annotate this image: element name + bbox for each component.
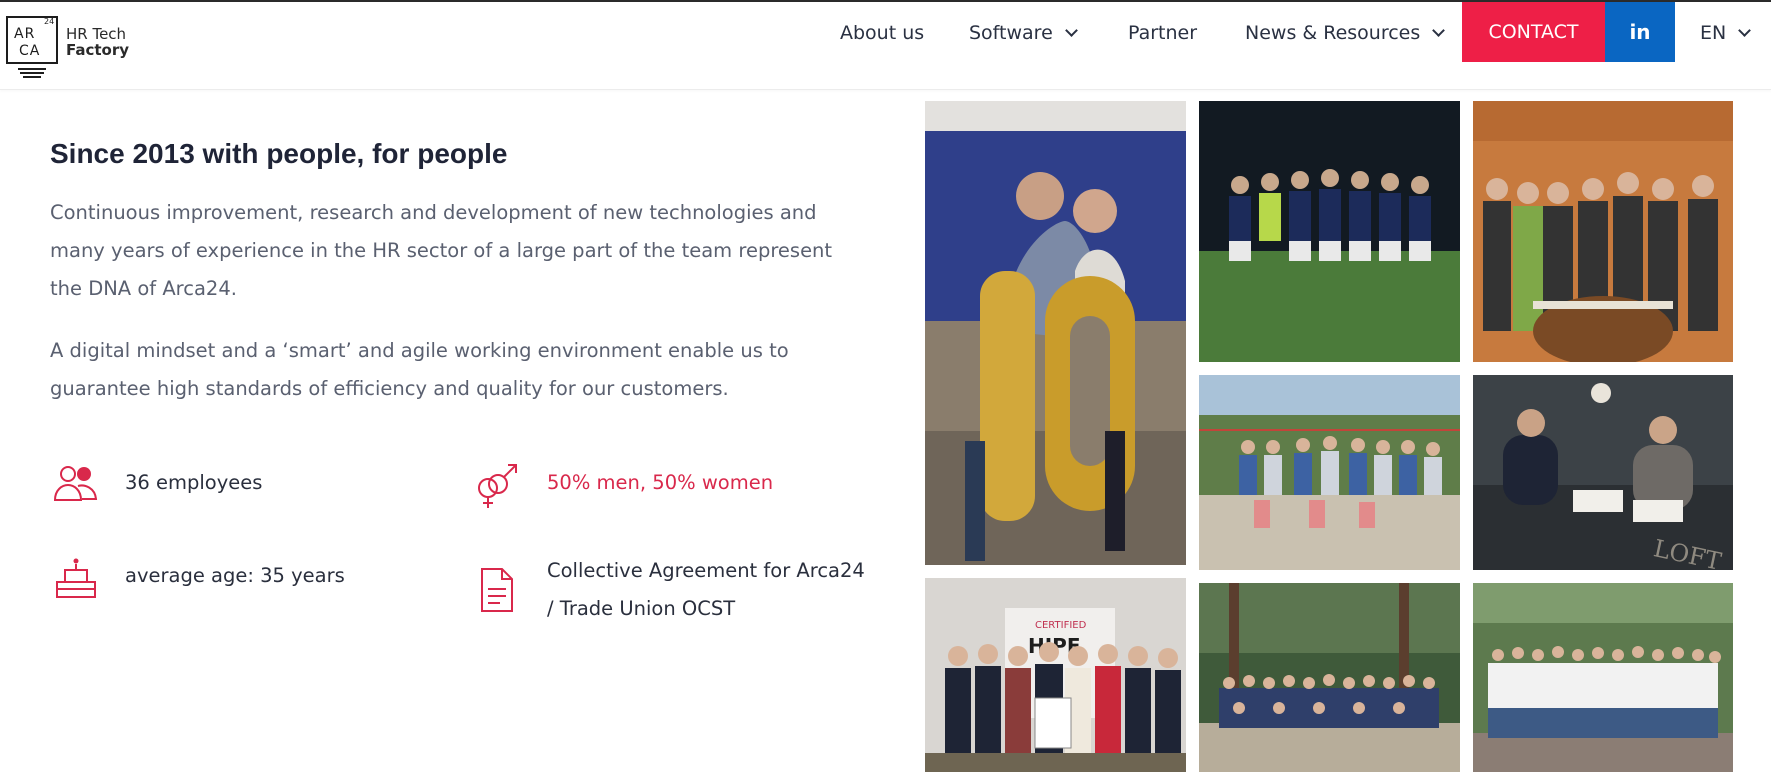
nav-software-label: Software: [969, 22, 1053, 44]
logo-underline: [18, 68, 46, 80]
mindset-paragraph: A digital mindset and a ‘smart’ and agil…: [50, 339, 789, 400]
logo-line2: Factory: [66, 41, 130, 59]
photo-team-park: [1199, 583, 1460, 772]
site-header: AR CA 24 HR Tech Factory About us Softwa…: [0, 2, 1771, 90]
age-stat: average age: 35 years: [125, 564, 345, 587]
photo-beach-volley: [1199, 375, 1460, 570]
arca24-logo[interactable]: AR CA 24 HR Tech Factory: [6, 16, 136, 78]
section-title: Since 2013 with people, for people: [50, 138, 508, 169]
logo-line1: HR Tech: [66, 25, 127, 43]
photo-team-outdoor-white: [1473, 583, 1733, 772]
logo-letters-top: AR: [14, 26, 36, 42]
document-icon: [474, 565, 524, 615]
nav-partner[interactable]: Partner: [1128, 2, 1197, 64]
photo-team-winery: [1473, 101, 1733, 362]
nav-about[interactable]: About us: [840, 2, 924, 64]
linkedin-button[interactable]: in: [1605, 2, 1675, 62]
photo-contract-signing: LOFT: [1473, 375, 1733, 570]
chevron-down-icon: [1064, 23, 1078, 37]
photo-10-years-celebration: [925, 101, 1186, 565]
language-selector[interactable]: EN: [1700, 2, 1752, 64]
nav-partner-label: Partner: [1128, 22, 1198, 44]
logo-mark: AR CA 24: [6, 16, 58, 64]
linkedin-icon: in: [1629, 20, 1651, 44]
logo-number: 24: [44, 17, 55, 26]
gender-stat: 50% men, 50% women: [547, 471, 774, 494]
logo-wordmark: HR Tech Factory: [66, 26, 129, 58]
svg-text:CERTIFIED: CERTIFIED: [1035, 620, 1087, 631]
intro-paragraph: Continuous improvement, research and dev…: [50, 201, 833, 300]
photo-football-team: [1199, 101, 1460, 362]
gender-icon: [474, 460, 524, 510]
photo-certified-team: CERTIFIED HIPE: [925, 578, 1186, 772]
contact-button-label: CONTACT: [1488, 21, 1579, 43]
language-label: EN: [1700, 22, 1727, 44]
nav-news-resources[interactable]: News & Resources: [1245, 2, 1446, 64]
cake-icon: [52, 555, 102, 605]
chevron-down-icon: [1432, 23, 1446, 37]
nav-about-label: About us: [840, 22, 925, 44]
employees-stat: 36 employees: [125, 471, 263, 494]
logo-letters-bottom: CA: [19, 43, 41, 59]
chevron-down-icon: [1738, 23, 1752, 37]
agreement-stat: Collective Agreement for Arca24 / Trade …: [547, 559, 865, 620]
nav-news-label: News & Resources: [1245, 22, 1421, 44]
nav-software[interactable]: Software: [969, 2, 1078, 64]
contact-button[interactable]: CONTACT: [1462, 2, 1605, 62]
people-icon: [52, 462, 102, 512]
